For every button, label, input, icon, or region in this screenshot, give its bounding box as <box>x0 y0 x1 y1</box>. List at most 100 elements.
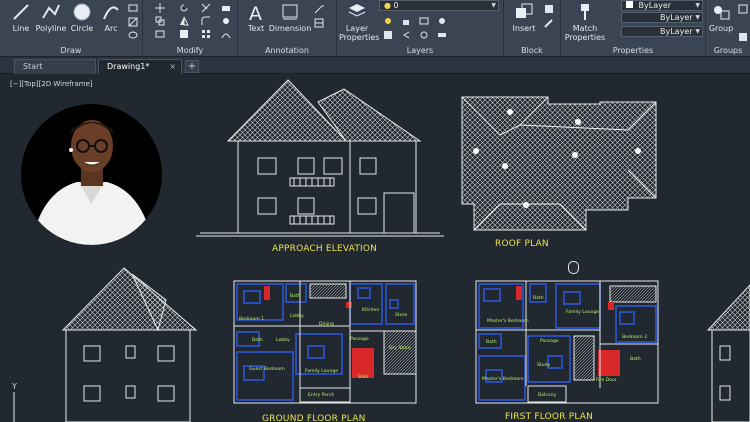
scale-icon[interactable] <box>179 29 189 39</box>
tab-drawing1-label: Drawing1* <box>107 62 150 71</box>
circle-icon <box>73 3 91 21</box>
room-label: Bath <box>486 339 497 345</box>
annotation-panel: A Text Dimension Annotation <box>238 0 337 57</box>
layer-off-icon[interactable] <box>437 16 447 26</box>
layer-properties-label: Layer Properties <box>339 24 380 42</box>
close-icon[interactable]: × <box>169 60 176 73</box>
tab-drawing1[interactable]: Drawing1* × <box>98 59 182 74</box>
room-label: Family Lounge <box>305 368 338 374</box>
color-value: ByLayer <box>638 1 672 10</box>
groups-panel-label[interactable]: Groups <box>706 46 750 55</box>
room-label: Stair <box>358 374 369 380</box>
arc-tool[interactable]: Arc <box>98 2 124 33</box>
erase-icon[interactable] <box>221 3 231 13</box>
lineweight-value: ByLayer <box>660 27 693 36</box>
offset-icon[interactable] <box>221 29 231 39</box>
text-tool[interactable]: A Text <box>244 2 268 33</box>
partial-elevation <box>706 284 750 422</box>
leader-icon[interactable] <box>314 4 324 14</box>
roof-plan <box>461 96 657 231</box>
tab-start[interactable]: Start <box>14 59 96 74</box>
rectangle-icon[interactable] <box>128 3 138 13</box>
circle-tool[interactable]: Circle <box>68 2 96 33</box>
ribbon: Line Polyline Circle Arc Draw Modify A T… <box>0 0 750 57</box>
hatch-icon[interactable] <box>128 17 138 27</box>
mirror-icon[interactable] <box>179 16 189 26</box>
presenter-avatar <box>21 104 162 245</box>
lightbulb-icon: ● <box>384 1 391 10</box>
group-edit-icon[interactable] <box>738 32 748 42</box>
layer-previous-icon[interactable] <box>401 30 411 40</box>
block-panel-label[interactable]: Block <box>504 46 560 55</box>
annotation-panel-label[interactable]: Annotation <box>238 46 336 55</box>
group-label: Group <box>708 24 734 33</box>
text-label: Text <box>247 24 265 33</box>
color-dropdown[interactable]: ByLayer ▼ <box>621 0 703 11</box>
room-label: Bath <box>290 293 301 299</box>
draw-panel-label[interactable]: Draw <box>0 46 142 55</box>
arc-icon <box>103 6 119 20</box>
ellipse-icon[interactable] <box>128 30 138 40</box>
match-properties-label: Match Properties <box>564 24 606 42</box>
block-panel: Insert Block <box>504 0 561 57</box>
layer-walk-icon[interactable] <box>419 30 429 40</box>
layers-panel-label[interactable]: Layers <box>337 46 503 55</box>
rotate-icon[interactable] <box>179 3 189 13</box>
linetype-dropdown[interactable]: ByLayer ▼ <box>621 12 703 23</box>
ungroup-icon[interactable] <box>738 4 748 14</box>
layer-isolate-icon[interactable] <box>419 16 429 26</box>
layer-merge-icon[interactable] <box>437 30 447 40</box>
stretch-icon[interactable] <box>155 29 165 39</box>
room-label: Bath <box>533 295 544 301</box>
trim-icon[interactable] <box>201 3 211 13</box>
room-label: Lobby <box>290 313 304 319</box>
room-label: Bath <box>252 337 263 343</box>
ground-floor-plan: Bath Bedroom 1 Lobby Dining Kitchen Stor… <box>233 280 417 404</box>
properties-panel-label[interactable]: Properties <box>561 46 705 55</box>
chevron-down-icon: ▼ <box>695 2 700 9</box>
room-label: Bath <box>630 356 641 362</box>
table-icon[interactable] <box>314 18 324 28</box>
layer-lock-icon[interactable] <box>401 16 411 26</box>
layer-dropdown[interactable]: ● 0 ▼ <box>379 0 499 11</box>
linetype-value: ByLayer <box>660 13 693 22</box>
lineweight-dropdown[interactable]: ByLayer ▼ <box>621 26 703 37</box>
paintbrush-icon <box>581 4 589 20</box>
layer-match-icon[interactable] <box>383 30 393 40</box>
roof-plan-title: ROOF PLAN <box>495 239 549 249</box>
insert-tool[interactable]: Insert <box>510 2 538 33</box>
polyline-tool[interactable]: Polyline <box>34 2 68 33</box>
room-label: Balcony <box>538 392 556 398</box>
copy-icon[interactable] <box>155 16 165 26</box>
fillet-icon[interactable] <box>201 16 211 26</box>
explode-icon[interactable] <box>221 16 231 26</box>
move-icon[interactable] <box>155 3 165 13</box>
approach-elevation-title: APPROACH ELEVATION <box>272 244 378 254</box>
polyline-label: Polyline <box>35 24 67 33</box>
modify-panel-label[interactable]: Modify <box>143 46 237 55</box>
room-label: Entry Porch <box>308 392 334 398</box>
layer-freeze-icon[interactable] <box>383 16 393 26</box>
room-label: Passage <box>540 338 559 344</box>
group-tool[interactable]: Group <box>708 2 734 33</box>
room-label: Family Lounge <box>566 309 599 315</box>
mouse-cursor <box>568 261 579 274</box>
modify-panel: Modify <box>143 0 238 57</box>
layer-properties-tool[interactable]: Layer Properties <box>339 2 379 42</box>
new-tab-button[interactable]: + <box>185 60 199 73</box>
create-block-icon[interactable] <box>544 4 554 14</box>
room-label: Bedroom 2 <box>622 334 647 340</box>
file-tab-bar: Start Drawing1* × + <box>0 57 750 74</box>
y-axis-label: Y <box>12 382 17 391</box>
room-label: Dining <box>319 321 334 327</box>
array-icon[interactable] <box>201 29 211 39</box>
edit-block-icon[interactable] <box>544 18 554 28</box>
tab-start-label: Start <box>23 62 43 71</box>
dimension-label: Dimension <box>268 24 312 33</box>
approach-elevation <box>196 79 444 237</box>
first-floor-plan: Bath Master's Bedroom Family Lounge Bedr… <box>475 280 659 404</box>
line-tool[interactable]: Line <box>8 2 34 33</box>
autocad-window: Line Polyline Circle Arc Draw Modify A T… <box>0 0 750 422</box>
dimension-tool[interactable]: Dimension <box>268 2 312 33</box>
match-properties-tool[interactable]: Match Properties <box>563 2 607 42</box>
